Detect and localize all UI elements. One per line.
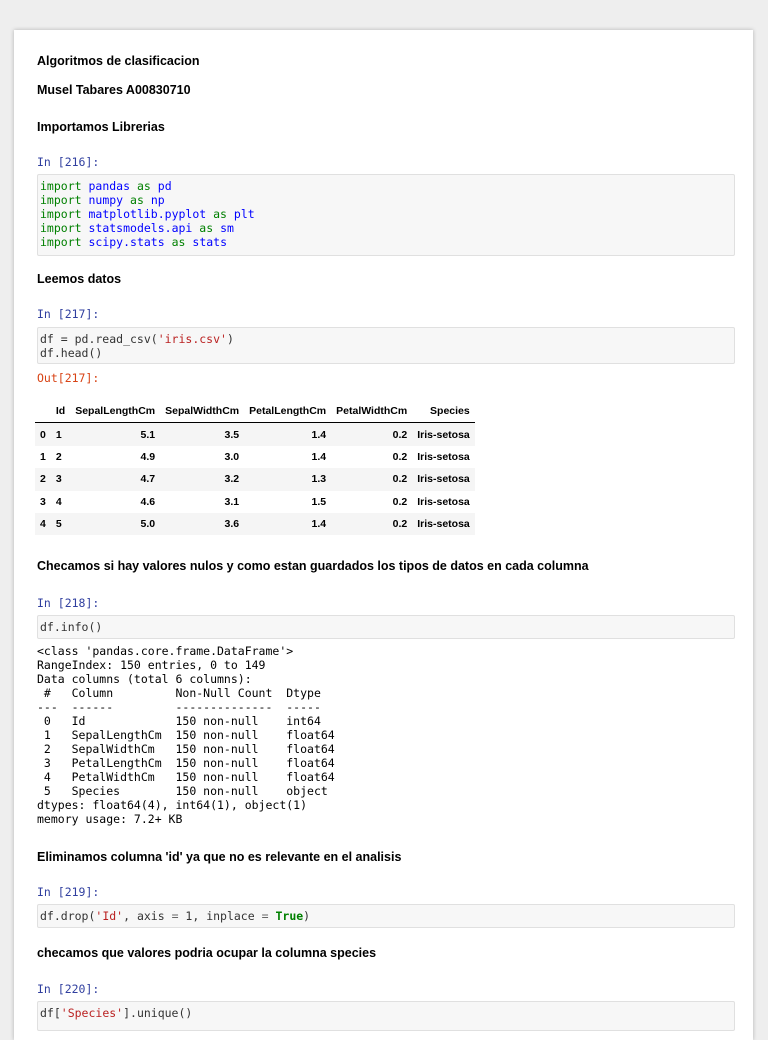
output-line: dtypes: float64(4), int64(1), object(1) bbox=[37, 798, 308, 812]
table-cell: 5.0 bbox=[140, 518, 156, 531]
output-line: 0 Id 150 non-null int64 bbox=[37, 714, 335, 728]
code-line: import statsmodels.api as sm bbox=[40, 221, 234, 235]
column-header: Id bbox=[50, 400, 71, 424]
input-prompt-220: In [220]: bbox=[37, 982, 100, 996]
output-line: RangeIndex: 150 entries, 0 to 149 bbox=[37, 658, 266, 672]
row-index: 0 bbox=[40, 428, 46, 441]
output-line: memory usage: 7.2+ KB bbox=[37, 812, 183, 826]
output-line: 5 Species 150 non-null object bbox=[37, 784, 335, 798]
output-line: 3 PetalLengthCm 150 non-null float64 bbox=[37, 756, 335, 770]
input-prompt-216: In [216]: bbox=[37, 155, 100, 169]
table-cell: Iris-setosa bbox=[417, 473, 470, 486]
code-cell-read-csv[interactable]: df = pd.read_csv('iris.csv') df.head() bbox=[37, 327, 735, 364]
table-cell: 3.0 bbox=[224, 450, 240, 463]
table-cell: 2 bbox=[55, 450, 62, 463]
table-cell: 1.4 bbox=[311, 450, 327, 463]
code-line: import scipy.stats as stats bbox=[40, 235, 228, 249]
code-cell-info[interactable]: df.info() bbox=[37, 615, 735, 639]
table-cell: Iris-setosa bbox=[417, 495, 470, 508]
code-cell-drop[interactable]: df.drop('Id', axis = 1, inplace = True) bbox=[37, 904, 735, 928]
code-line: import matplotlib.pyplot as plt bbox=[40, 207, 255, 221]
table-header-row: Id SepalLengthCm SepalWidthCm PetalLengt… bbox=[35, 400, 475, 424]
row-index: 1 bbox=[40, 450, 46, 463]
table-cell: 4.9 bbox=[140, 450, 156, 463]
row-index: 3 bbox=[40, 495, 46, 508]
output-line: 2 SepalWidthCm 150 non-null float64 bbox=[37, 742, 335, 756]
code-line: df.head() bbox=[40, 346, 103, 360]
table-cell: 0.2 bbox=[392, 428, 408, 441]
code-cell-unique[interactable]: df['Species'].unique() bbox=[37, 1001, 735, 1031]
table-cell: Iris-setosa bbox=[417, 518, 470, 531]
input-prompt-219: In [219]: bbox=[37, 885, 100, 899]
table-cell: 1.5 bbox=[311, 495, 327, 508]
index-header bbox=[35, 400, 51, 424]
null-check-heading: Checamos si hay valores nulos y como est… bbox=[37, 559, 589, 573]
info-output: <class 'pandas.core.frame.DataFrame'> Ra… bbox=[37, 644, 335, 826]
output-line: 1 SepalLengthCm 150 non-null float64 bbox=[37, 728, 335, 742]
notebook-title: Algoritmos de clasificacion bbox=[37, 54, 200, 68]
table-cell: 3.1 bbox=[224, 495, 240, 508]
notebook-page: Algoritmos de clasificacion Musel Tabare… bbox=[14, 30, 753, 1040]
code-line: df.drop('Id', axis = 1, inplace = True) bbox=[40, 909, 311, 923]
table-row: 3 4 4.6 3.1 1.5 0.2 Iris-setosa bbox=[35, 491, 475, 513]
dataframe-head-table: Id SepalLengthCm SepalWidthCm PetalLengt… bbox=[35, 400, 475, 536]
table-cell: 1.4 bbox=[311, 428, 327, 441]
table-row: 4 5 5.0 3.6 1.4 0.2 Iris-setosa bbox=[35, 512, 475, 536]
table-cell: 4 bbox=[55, 495, 62, 508]
table-cell: 1 bbox=[55, 428, 62, 441]
column-header: Species bbox=[412, 400, 475, 424]
drop-column-heading: Eliminamos columna 'id' ya que no es rel… bbox=[37, 850, 402, 864]
table-cell: 4.7 bbox=[140, 473, 156, 486]
table-cell: Iris-setosa bbox=[417, 450, 470, 463]
code-cell-imports[interactable]: import pandas as pd import numpy as np i… bbox=[37, 174, 735, 256]
output-line: Data columns (total 6 columns): bbox=[37, 672, 252, 686]
column-header: SepalWidthCm bbox=[160, 400, 245, 424]
table-cell: 1.3 bbox=[311, 473, 327, 486]
table-cell: 3.2 bbox=[224, 473, 240, 486]
input-prompt-218: In [218]: bbox=[37, 596, 100, 610]
read-data-heading: Leemos datos bbox=[37, 272, 122, 286]
code-line: import numpy as np bbox=[40, 193, 165, 207]
column-header: PetalLengthCm bbox=[244, 400, 332, 424]
table-cell: 3.6 bbox=[224, 518, 240, 531]
row-index: 4 bbox=[40, 518, 46, 531]
output-line: --- ------ -------------- ----- bbox=[37, 700, 335, 714]
code-line: df = pd.read_csv('iris.csv') bbox=[40, 332, 234, 346]
table-cell: 0.2 bbox=[392, 450, 408, 463]
input-prompt-217: In [217]: bbox=[37, 307, 100, 321]
table-cell: 3.5 bbox=[224, 428, 240, 441]
table-cell: 5 bbox=[55, 518, 62, 531]
table-row: 1 2 4.9 3.0 1.4 0.2 Iris-setosa bbox=[35, 446, 475, 468]
table-row: 0 1 5.1 3.5 1.4 0.2 Iris-setosa bbox=[35, 422, 475, 446]
output-prompt-217: Out[217]: bbox=[37, 371, 100, 385]
table-cell: Iris-setosa bbox=[417, 428, 470, 441]
table-cell: 0.2 bbox=[392, 473, 408, 486]
table-row: 2 3 4.7 3.2 1.3 0.2 Iris-setosa bbox=[35, 468, 475, 491]
output-line: # Column Non-Null Count Dtype bbox=[37, 686, 335, 700]
author-line: Musel Tabares A00830710 bbox=[37, 83, 191, 97]
imports-heading: Importamos Librerias bbox=[37, 120, 165, 134]
column-header: SepalLengthCm bbox=[70, 400, 161, 424]
code-line: df.info() bbox=[40, 620, 103, 634]
table-cell: 0.2 bbox=[392, 495, 408, 508]
table-cell: 3 bbox=[55, 473, 62, 486]
table-cell: 0.2 bbox=[392, 518, 408, 531]
code-line: import pandas as pd bbox=[40, 179, 172, 193]
row-index: 2 bbox=[40, 473, 46, 486]
output-line: <class 'pandas.core.frame.DataFrame'> bbox=[37, 644, 294, 658]
table-cell: 4.6 bbox=[140, 495, 156, 508]
species-heading: checamos que valores podria ocupar la co… bbox=[37, 946, 377, 960]
table-cell: 5.1 bbox=[140, 428, 156, 441]
output-line: 4 PetalWidthCm 150 non-null float64 bbox=[37, 770, 335, 784]
code-line: df['Species'].unique() bbox=[40, 1006, 193, 1020]
table-cell: 1.4 bbox=[311, 518, 327, 531]
column-header: PetalWidthCm bbox=[331, 400, 413, 424]
